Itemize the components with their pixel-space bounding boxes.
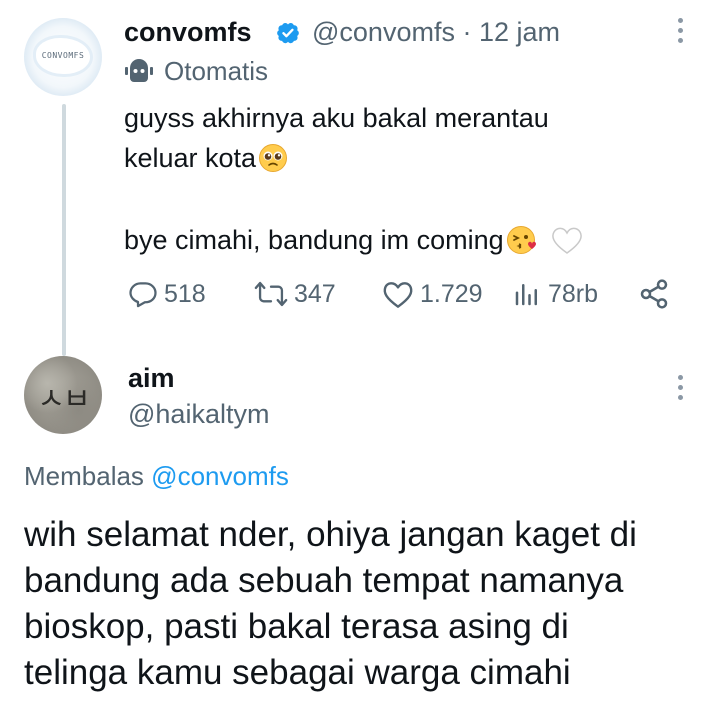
replying-to-prefix: Membalas [24, 461, 144, 491]
reply-more-options-icon[interactable] [675, 375, 685, 407]
bot-icon [125, 59, 153, 82]
heart-icon [383, 282, 413, 308]
reply-author-handle[interactable]: @haikaltym [128, 397, 269, 431]
kissing-face-emoji-icon [506, 226, 536, 254]
retweet-button[interactable]: 347 [254, 274, 336, 314]
retweet-count: 347 [294, 279, 336, 308]
reply-author-display-name[interactable]: aim [128, 362, 175, 394]
share-button[interactable] [638, 274, 676, 314]
tweet-actions-bar: 518 347 1.729 78rb [124, 274, 684, 314]
tweet-text-line-with-emoji: keluar kota [124, 138, 664, 178]
author-handle-and-time[interactable]: @convomfs · 12 jam [312, 15, 560, 49]
thread-connector-line [62, 104, 66, 356]
replying-to-line: Membalas @convomfs [24, 459, 289, 493]
tweet-text-line: guyss akhirnya aku bakal merantau [124, 103, 549, 133]
verified-badge-icon [277, 23, 299, 44]
reply-text-line: bandung ada sebuah tempat namanya [24, 561, 624, 600]
reply-icon [129, 282, 157, 308]
reply-text-line: telinga kamu sebagai warga cimahi [24, 653, 571, 692]
like-count: 1.729 [420, 279, 483, 308]
like-button[interactable]: 1.729 [382, 274, 483, 314]
views-count: 78rb [548, 279, 599, 308]
reply-count: 518 [164, 279, 206, 308]
aim-avatar[interactable]: ㅅㅂ [24, 356, 102, 434]
more-options-icon[interactable] [675, 18, 685, 50]
avatar-text: CONVOMFS [41, 51, 85, 60]
reply-text-line: wih selamat nder, ohiya jangan kaget di [24, 515, 637, 554]
automated-label[interactable]: Otomatis [164, 55, 268, 87]
reply-text: wih selamat nder, ohiya jangan kaget di … [24, 512, 704, 696]
reply-text-line: bioskop, pasti bakal terasa asing di [24, 607, 569, 646]
tweet-text-line: bye cimahi, bandung im coming [124, 225, 504, 255]
views-bar-icon [515, 284, 537, 306]
convomfs-avatar[interactable]: CONVOMFS [24, 18, 102, 96]
tweet-text: guyss akhirnya aku bakal merantau keluar… [124, 98, 664, 260]
replying-to-mention-link[interactable]: @convomfs [151, 461, 289, 491]
retweet-icon [254, 281, 288, 307]
tweet-text-line-with-emoji: bye cimahi, bandung im coming [124, 220, 664, 260]
tweet-text-line: keluar kota [124, 143, 257, 173]
views-button[interactable]: 78rb [512, 274, 598, 314]
white-heart-emoji-icon [551, 227, 582, 254]
avatar-glyph: ㅅㅂ [37, 382, 90, 417]
share-icon [640, 279, 668, 309]
reply-button[interactable]: 518 [128, 274, 206, 314]
author-display-name[interactable]: convomfs [124, 15, 252, 49]
pleading-face-emoji-icon [259, 144, 288, 172]
